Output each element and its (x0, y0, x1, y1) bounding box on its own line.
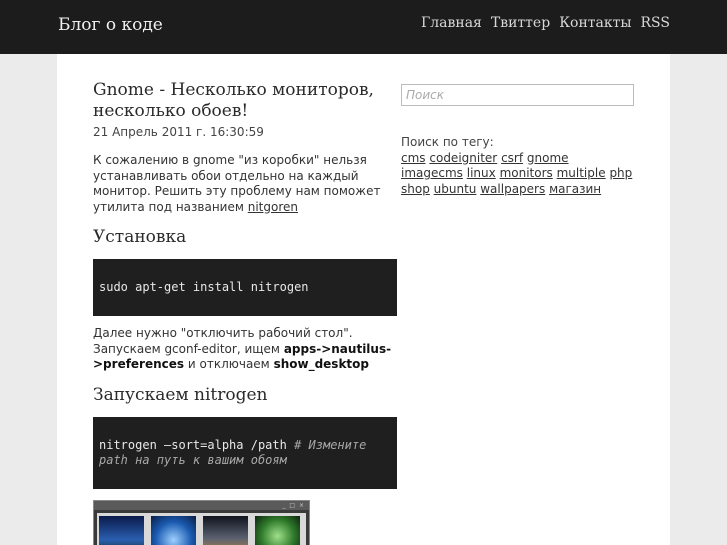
nav-rss-link[interactable]: RSS (641, 15, 670, 31)
post-date: 21 Апрель 2011 г. 16:30:59 (93, 125, 264, 139)
tag-link-csrf[interactable]: csrf (501, 151, 523, 165)
code-run-command: nitrogen —sort=alpha /path (99, 437, 287, 452)
content-container: Gnome - Несколько мониторов, несколько о… (57, 54, 670, 545)
screenshot-wallpaper-grid (97, 512, 306, 545)
tag-link-linux[interactable]: linux (467, 166, 496, 180)
tags-label: Поиск по тегу: (401, 135, 494, 149)
section-run-title: Запускаем nitrogen (93, 384, 268, 405)
main-nav: Главная Твиттер Контакты RSS (421, 15, 670, 31)
nav-home-link[interactable]: Главная (421, 15, 482, 31)
tag-link-codeigniter[interactable]: codeigniter (429, 151, 497, 165)
site-brand[interactable]: Блог о коде (58, 15, 163, 35)
para2-bold-key: show_desktop (273, 357, 369, 371)
nitrogen-screenshot: _ □ × (93, 499, 310, 545)
tag-link-php[interactable]: php (609, 166, 632, 180)
tag-link-monitors[interactable]: monitors (500, 166, 553, 180)
nav-contacts-link[interactable]: Контакты (559, 15, 631, 31)
tag-link-cms[interactable]: cms (401, 151, 426, 165)
tag-link-multiple[interactable]: multiple (557, 166, 606, 180)
code-install-text: sudo apt-get install nitrogen (99, 280, 309, 294)
para2-text-c: и отключаем (187, 357, 270, 371)
intro-text: К сожалению в gnome "из коробки" нельзя … (93, 153, 381, 214)
wallpaper-thumbnail (203, 515, 248, 545)
wallpaper-thumbnail (151, 515, 196, 545)
screenshot-titlebar: _ □ × (94, 500, 309, 510)
tag-link-ubuntu[interactable]: ubuntu (434, 182, 477, 196)
top-navbar: Блог о коде Главная Твиттер Контакты RSS (0, 0, 727, 54)
tag-cloud: cms codeigniter csrf gnome imagecms linu… (401, 151, 634, 198)
wallpaper-thumbnail (255, 515, 300, 545)
nitrogen-link[interactable]: nitgoren (248, 200, 298, 214)
search-input[interactable] (401, 84, 634, 106)
code-block-run: nitrogen —sort=alpha /path # Измените pa… (93, 416, 397, 489)
window-buttons-icon: _ □ × (282, 501, 305, 509)
wallpaper-thumbnail (99, 515, 144, 545)
section-install-title: Установка (93, 227, 187, 247)
post-article: Gnome - Несколько мониторов, несколько о… (93, 80, 397, 545)
tag-link-gnome[interactable]: gnome (527, 151, 569, 165)
code-block-install: sudo apt-get install nitrogen (93, 259, 397, 316)
tag-link-shop[interactable]: shop (401, 182, 430, 196)
post-intro: К сожалению в gnome "из коробки" нельзя … (93, 153, 397, 215)
nav-twitter-link[interactable]: Твиттер (491, 15, 550, 31)
post-paragraph-2: Далее нужно "отключить рабочий стол". За… (93, 326, 397, 373)
tag-link-magazin[interactable]: магазин (549, 182, 601, 196)
post-title: Gnome - Несколько мониторов, несколько о… (93, 80, 374, 121)
tag-link-wallpapers[interactable]: wallpapers (480, 182, 545, 196)
tag-link-imagecms[interactable]: imagecms (401, 166, 463, 180)
sidebar: Поиск по тегу: cms codeigniter csrf gnom… (401, 84, 634, 197)
